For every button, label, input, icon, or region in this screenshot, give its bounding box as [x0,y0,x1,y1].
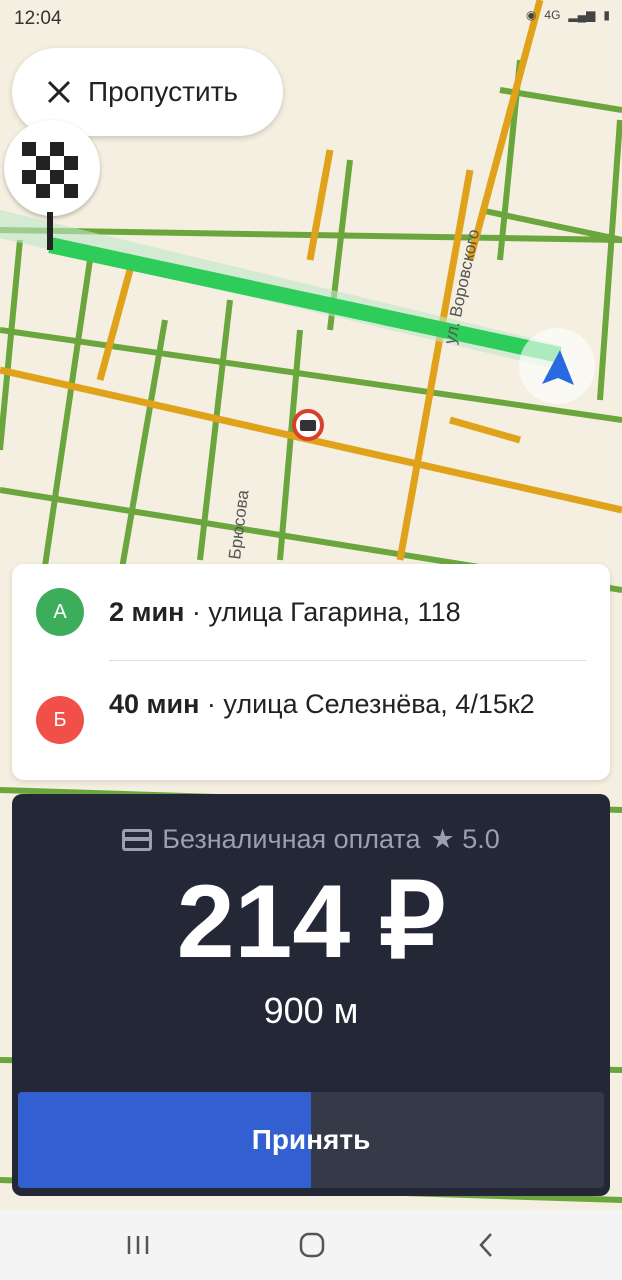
close-icon [42,75,76,109]
pickup-address-row[interactable]: 2 мин · улица Гагарина, 118 [109,594,590,630]
back-icon[interactable] [466,1228,506,1262]
order-distance: 900 м [263,990,359,1031]
order-price: 214 ₽ [176,864,446,980]
pickup-marker: А [36,588,84,636]
recent-apps-icon[interactable] [118,1228,158,1262]
network-type: 4G [544,8,561,22]
dropoff-eta: 40 мин [109,689,200,719]
home-icon[interactable] [292,1228,332,1262]
accept-label: Принять [251,1124,371,1155]
signal-icon: ▂▄▆ [568,8,596,22]
credit-card-icon [122,828,153,851]
divider [109,660,586,661]
location-icon: ◉ [525,8,537,22]
battery-icon: ▮ [603,8,610,22]
payment-info: Безналичная оплата ★ 5.0 [12,824,610,855]
accept-button[interactable]: Принять [18,1092,604,1188]
dropoff-address-row[interactable]: 40 мин · улица Селезнёва, 4/15к2 [109,686,590,722]
flag-pole [47,212,53,250]
order-panel: Безналичная оплата ★ 5.0 214 ₽ 900 м При… [12,794,610,1196]
system-nav-bar [0,1210,622,1280]
skip-label: Пропустить [88,76,238,107]
camera-icon [292,409,324,441]
dropoff-marker: Б [36,696,84,744]
pickup-address: улица Гагарина, 118 [208,597,461,627]
status-bar: 12:04 ◉ 4G ▂▄▆ ▮ [0,0,622,38]
status-time: 12:04 [14,8,62,29]
rider-rating: ★ 5.0 [430,824,500,854]
dropoff-address: улица Селезнёва, 4/15к2 [223,689,535,719]
finish-flag-icon[interactable] [4,120,100,216]
payment-method: Безналичная оплата [162,824,421,854]
route-card: А 2 мин · улица Гагарина, 118 Б 40 мин ·… [12,564,610,780]
pickup-eta: 2 мин [109,597,185,627]
